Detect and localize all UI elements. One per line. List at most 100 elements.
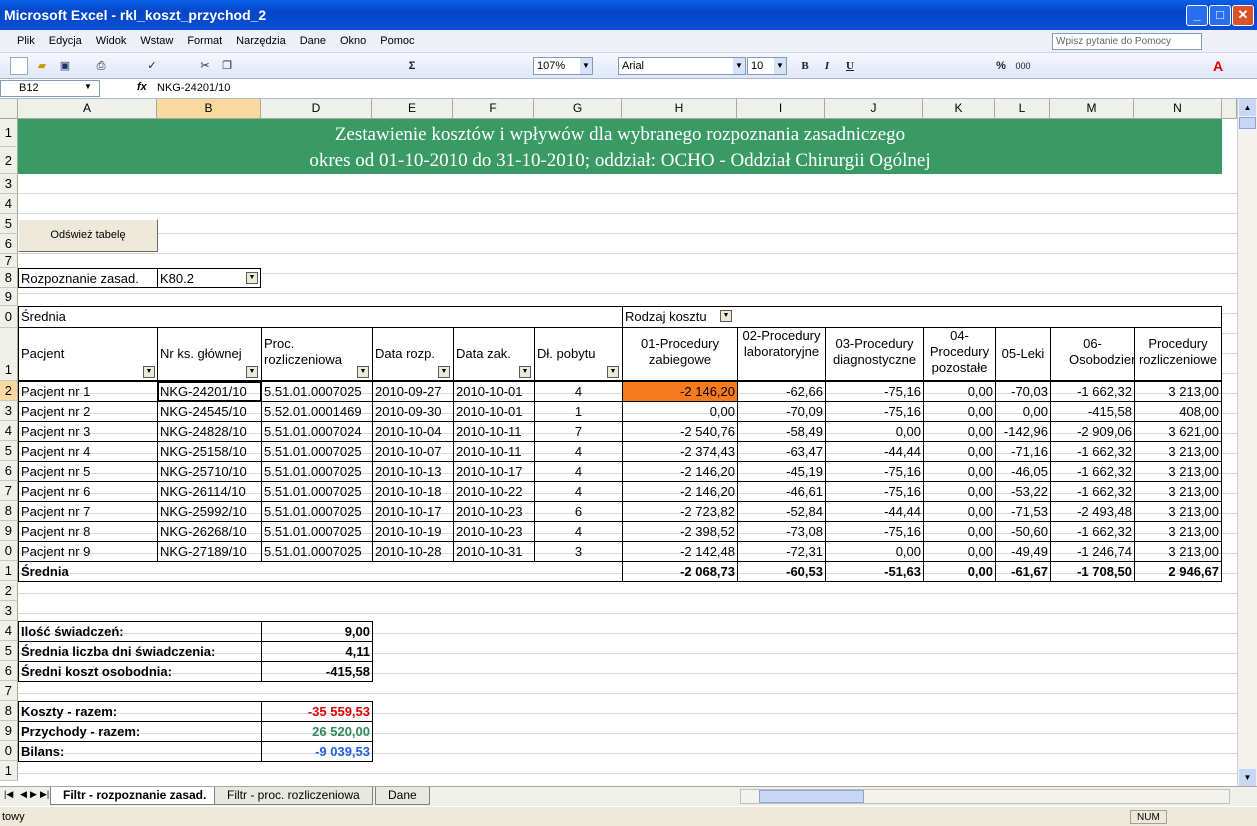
- select-all-corner[interactable]: [0, 99, 18, 119]
- summary-value[interactable]: 9,00: [261, 621, 373, 642]
- autosum-icon[interactable]: Σ: [405, 57, 419, 75]
- table-cell[interactable]: NKG-24201/10: [157, 381, 262, 402]
- table-cell[interactable]: 5.51.01.0007025: [261, 501, 373, 522]
- row-header[interactable]: 4: [0, 421, 18, 441]
- table-cell[interactable]: -1 246,74: [1050, 541, 1135, 562]
- table-cell[interactable]: 0,00: [825, 421, 924, 442]
- total-cell[interactable]: -60,53: [737, 561, 826, 582]
- table-cell[interactable]: -49,49: [995, 541, 1051, 562]
- table-cell[interactable]: 2010-10-28: [372, 541, 454, 562]
- table-cell[interactable]: -46,61: [737, 481, 826, 502]
- table-cell[interactable]: 0,00: [825, 541, 924, 562]
- font-size-select[interactable]: 10 ▼: [747, 57, 787, 75]
- table-cell[interactable]: 0,00: [923, 521, 996, 542]
- total-cell[interactable]: 0,00: [923, 561, 996, 582]
- table-cell[interactable]: 0,00: [622, 401, 738, 422]
- table-cell[interactable]: -45,19: [737, 461, 826, 482]
- table-cell[interactable]: 0,00: [923, 541, 996, 562]
- table-cell[interactable]: -44,44: [825, 501, 924, 522]
- table-cell[interactable]: 2010-10-04: [372, 421, 454, 442]
- formula-input[interactable]: NKG-24201/10: [157, 82, 230, 94]
- table-cell[interactable]: 2010-10-11: [453, 421, 535, 442]
- rodzaj-dropdown-icon[interactable]: ▼: [720, 310, 732, 322]
- scroll-down-icon[interactable]: ▼: [1239, 769, 1256, 786]
- table-cell[interactable]: 2010-10-07: [372, 441, 454, 462]
- tab-last-icon[interactable]: ▶|: [40, 789, 49, 800]
- menu-narzedzia[interactable]: Narzędzia: [236, 30, 286, 53]
- table-cell[interactable]: -71,16: [995, 441, 1051, 462]
- column-header[interactable]: D: [261, 99, 372, 119]
- table-cell[interactable]: 2010-10-23: [453, 501, 535, 522]
- table-cell[interactable]: -53,22: [995, 481, 1051, 502]
- table-cell[interactable]: Pacjent nr 3: [18, 421, 158, 442]
- table-cell[interactable]: Pacjent nr 2: [18, 401, 158, 422]
- column-header[interactable]: K: [923, 99, 995, 119]
- row-header[interactable]: 8: [0, 701, 18, 721]
- column-header[interactable]: H: [622, 99, 737, 119]
- column-header[interactable]: L: [995, 99, 1050, 119]
- table-cell[interactable]: 4: [534, 441, 623, 462]
- horizontal-scrollbar[interactable]: [740, 789, 1230, 804]
- row-header[interactable]: 7: [0, 481, 18, 501]
- balance-value[interactable]: -9 039,53: [261, 741, 373, 762]
- table-cell[interactable]: -46,05: [995, 461, 1051, 482]
- table-cell[interactable]: -2 723,82: [622, 501, 738, 522]
- table-cell[interactable]: 3 621,00: [1134, 421, 1222, 442]
- row-header[interactable]: 2: [0, 581, 18, 601]
- row-header[interactable]: 5: [0, 441, 18, 461]
- table-cell[interactable]: -2 540,76: [622, 421, 738, 442]
- underline-button[interactable]: U: [843, 57, 857, 75]
- bold-button[interactable]: B: [798, 57, 812, 75]
- table-cell[interactable]: 2010-10-13: [372, 461, 454, 482]
- row-header[interactable]: 8: [0, 501, 18, 521]
- row-header[interactable]: 3: [0, 601, 18, 621]
- row-header[interactable]: 5: [0, 641, 18, 661]
- table-cell[interactable]: 5.51.01.0007025: [261, 521, 373, 542]
- row-header[interactable]: 5: [0, 214, 18, 234]
- data-zak-dropdown-icon[interactable]: ▼: [519, 366, 531, 378]
- column-header[interactable]: F: [453, 99, 534, 119]
- menu-wstaw[interactable]: Wstaw: [140, 30, 173, 53]
- tab-next-icon[interactable]: ▶: [30, 789, 37, 800]
- row-header[interactable]: 0: [0, 541, 18, 561]
- zoom-select[interactable]: 107% ▼: [533, 57, 593, 75]
- table-cell[interactable]: -44,44: [825, 441, 924, 462]
- table-cell[interactable]: 5.51.01.0007025: [261, 381, 373, 402]
- table-cell[interactable]: NKG-25710/10: [157, 461, 262, 482]
- total-cell[interactable]: -61,67: [995, 561, 1051, 582]
- column-header[interactable]: I: [737, 99, 825, 119]
- nr-ks-dropdown-icon[interactable]: ▼: [246, 366, 258, 378]
- table-cell[interactable]: 5.51.01.0007025: [261, 481, 373, 502]
- row-header[interactable]: 9: [0, 721, 18, 741]
- table-cell[interactable]: 5.51.01.0007025: [261, 541, 373, 562]
- table-cell[interactable]: 2010-10-11: [453, 441, 535, 462]
- table-cell[interactable]: 5.52.01.0001469: [261, 401, 373, 422]
- total-cell[interactable]: 2 946,67: [1134, 561, 1222, 582]
- table-cell[interactable]: 3: [534, 541, 623, 562]
- table-cell[interactable]: 5.51.01.0007025: [261, 441, 373, 462]
- scroll-thumb[interactable]: [759, 790, 864, 803]
- table-cell[interactable]: NKG-25158/10: [157, 441, 262, 462]
- table-cell[interactable]: Pacjent nr 7: [18, 501, 158, 522]
- column-header[interactable]: B: [157, 99, 261, 119]
- table-cell[interactable]: 1: [534, 401, 623, 422]
- table-cell[interactable]: -2 398,52: [622, 521, 738, 542]
- table-cell[interactable]: NKG-25992/10: [157, 501, 262, 522]
- table-cell[interactable]: -1 662,32: [1050, 381, 1135, 402]
- table-cell[interactable]: 4: [534, 381, 623, 402]
- table-cell[interactable]: Pacjent nr 5: [18, 461, 158, 482]
- table-cell[interactable]: 3 213,00: [1134, 541, 1222, 562]
- table-cell[interactable]: 3 213,00: [1134, 461, 1222, 482]
- font-select[interactable]: Arial ▼: [618, 57, 746, 75]
- dl-pobytu-dropdown-icon[interactable]: ▼: [607, 366, 619, 378]
- table-cell[interactable]: 3 213,00: [1134, 501, 1222, 522]
- table-cell[interactable]: -75,16: [825, 521, 924, 542]
- row-header[interactable]: 6: [0, 661, 18, 681]
- table-cell[interactable]: 0,00: [923, 461, 996, 482]
- summary-value[interactable]: 4,11: [261, 641, 373, 662]
- table-cell[interactable]: 2010-09-27: [372, 381, 454, 402]
- help-search-input[interactable]: Wpisz pytanie do Pomocy: [1052, 33, 1202, 50]
- table-cell[interactable]: NKG-26114/10: [157, 481, 262, 502]
- table-cell[interactable]: -75,16: [825, 381, 924, 402]
- table-cell[interactable]: -70,03: [995, 381, 1051, 402]
